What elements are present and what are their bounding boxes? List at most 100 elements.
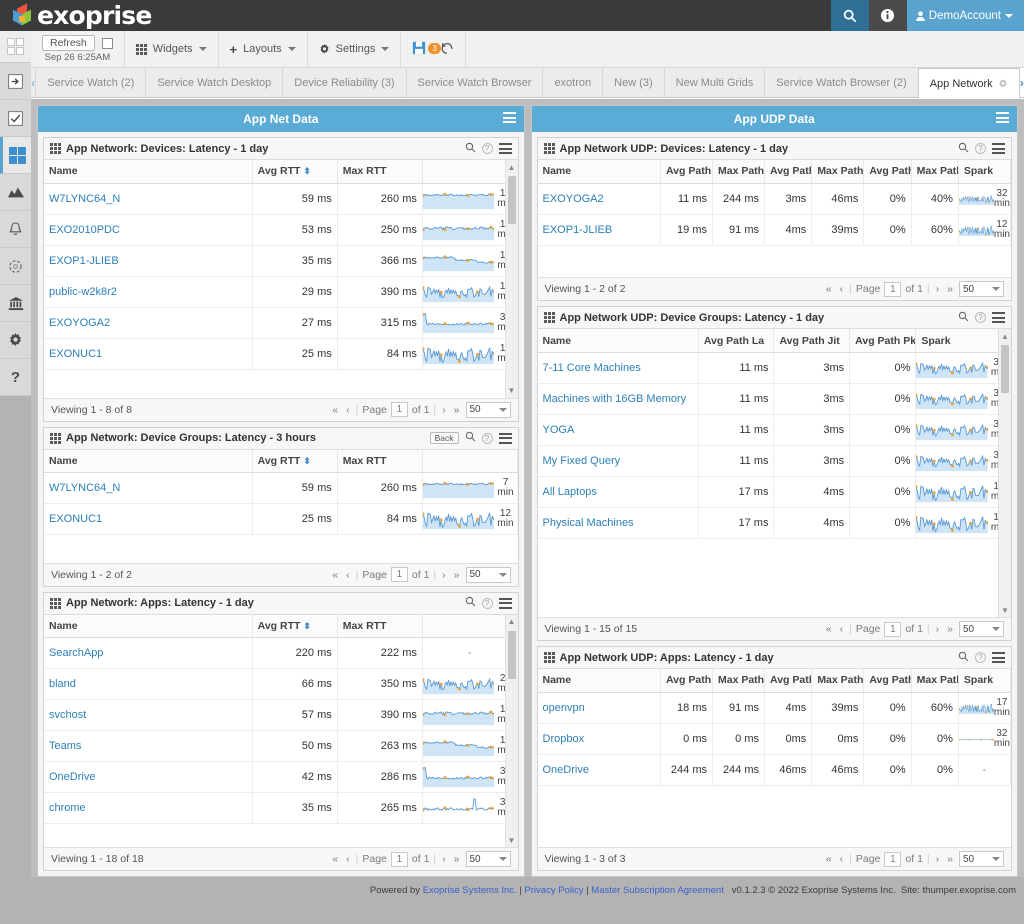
auto-refresh-checkbox[interactable]: [101, 37, 113, 49]
row-name-cell[interactable]: Dropbox: [537, 723, 661, 755]
row-link[interactable]: W7LYNC64_N: [49, 482, 120, 494]
column-header-1[interactable]: Name: [44, 614, 253, 639]
settings-menu[interactable]: Settings: [308, 31, 402, 67]
help-icon[interactable]: ?: [481, 143, 493, 154]
row-name-cell[interactable]: OneDrive: [44, 761, 253, 794]
column-header-1[interactable]: Name: [44, 160, 253, 184]
vertical-scrollbar[interactable]: ▲ ▼: [504, 614, 518, 847]
prev-page-button[interactable]: ‹: [838, 283, 846, 295]
row-spark-cell[interactable]: 13min: [915, 476, 1011, 508]
row-name-cell[interactable]: Machines with 16GB Memory: [537, 383, 699, 415]
column-header-8[interactable]: Spark: [958, 160, 1011, 184]
row-link[interactable]: OneDrive: [49, 771, 95, 783]
row-spark-cell[interactable]: 38min: [915, 414, 1011, 446]
widget-menu-icon[interactable]: [992, 312, 1005, 324]
table-row[interactable]: EXOP1-JLIEB 19 ms 91 ms 4ms 39ms 0% 60% 12 min: [537, 214, 1011, 246]
page-size-select[interactable]: 50: [959, 851, 1004, 867]
search-icon[interactable]: [830, 0, 869, 31]
sidebar-item-alarms[interactable]: [0, 211, 31, 248]
footer-agreement-link[interactable]: Master Subscription Agreement: [591, 885, 724, 896]
column-header-1[interactable]: Name: [537, 160, 661, 184]
scroll-up-arrow[interactable]: ▲: [506, 160, 518, 174]
column-header-5[interactable]: Max Path: [811, 669, 865, 693]
column-header-3[interactable]: Avg Path Jit: [773, 329, 851, 353]
row-name-cell[interactable]: W7LYNC64_N: [44, 183, 253, 215]
page-size-select[interactable]: 50: [465, 401, 511, 418]
row-spark-cell[interactable]: 32min: [422, 761, 518, 794]
column-header-2[interactable]: Avg Path: [660, 669, 714, 693]
row-spark-cell[interactable]: 38min: [915, 445, 1011, 477]
row-name-cell[interactable]: svchost: [44, 699, 253, 732]
page-size-select[interactable]: 50: [465, 566, 511, 583]
column-header-4[interactable]: [422, 614, 518, 639]
table-row[interactable]: EXOYOGA2 27 ms315 ms32min: [44, 307, 518, 339]
column-header-3[interactable]: Max Path: [712, 669, 766, 693]
scrollbar-thumb[interactable]: [1001, 345, 1009, 394]
row-link[interactable]: bland: [49, 678, 76, 690]
tab-service-watch-browser[interactable]: Service Watch Browser: [405, 68, 543, 97]
table-row[interactable]: public-w2k8r2 29 ms390 ms12min: [44, 276, 518, 308]
column-header-4[interactable]: Avg Path: [764, 160, 813, 184]
row-link[interactable]: My Fixed Query: [543, 455, 621, 467]
sidebar-item-checks[interactable]: [0, 100, 31, 137]
row-spark-cell[interactable]: 12min: [422, 276, 518, 308]
search-icon[interactable]: [465, 142, 476, 156]
row-link[interactable]: YOGA: [543, 424, 575, 436]
page-size-select[interactable]: 50: [959, 621, 1004, 638]
table-row[interactable]: YOGA 11 ms3ms0%38min: [537, 414, 1011, 446]
row-name-cell[interactable]: EXOP1-JLIEB: [44, 245, 253, 277]
vertical-scrollbar[interactable]: ▲ ▼: [504, 160, 518, 398]
gear-icon[interactable]: [998, 78, 1008, 89]
next-page-button[interactable]: ›: [934, 283, 942, 295]
row-name-cell[interactable]: EXONUC1: [44, 503, 253, 536]
column-header-3[interactable]: Max RTT: [337, 614, 423, 639]
row-link[interactable]: EXOP1-JLIEB: [49, 255, 119, 267]
row-link[interactable]: Machines with 16GB Memory: [543, 393, 687, 405]
row-spark-cell[interactable]: 27min: [422, 668, 518, 701]
sidebar-item-sync[interactable]: [0, 248, 31, 285]
page-number-input[interactable]: 1: [884, 621, 902, 637]
prev-page-button[interactable]: ‹: [838, 853, 846, 865]
prev-page-button[interactable]: ‹: [344, 404, 352, 416]
tab-service-watch[interactable]: Service Watch (2): [35, 68, 145, 97]
widget-menu-icon[interactable]: [498, 432, 512, 444]
brand-logo[interactable]: exoprise: [0, 1, 152, 30]
row-name-cell[interactable]: W7LYNC64_N: [44, 472, 253, 505]
table-row[interactable]: W7LYNC64_N 59 ms 260 ms 7 min: [44, 472, 518, 505]
row-link[interactable]: Dropbox: [543, 733, 585, 745]
column-header-4[interactable]: [422, 160, 518, 184]
next-page-button[interactable]: ›: [934, 623, 942, 635]
table-row[interactable]: Machines with 16GB Memory 11 ms3ms0%33min: [537, 383, 1011, 415]
row-spark-cell[interactable]: 32min: [958, 183, 1011, 215]
row-spark-cell[interactable]: 17min: [422, 699, 518, 732]
undo-button[interactable]: [440, 41, 454, 58]
row-link[interactable]: 7-11 Core Machines: [543, 362, 641, 374]
prev-page-button[interactable]: ‹: [344, 853, 352, 865]
scrollbar-thumb[interactable]: [507, 176, 516, 224]
last-page-button[interactable]: »: [945, 623, 955, 635]
sidebar-item-organization[interactable]: [0, 285, 31, 322]
table-row[interactable]: Physical Machines 17 ms4ms0%13min: [537, 507, 1011, 539]
column-header-2[interactable]: Avg RTT ⬍: [252, 160, 338, 184]
scrollbar-thumb[interactable]: [507, 630, 516, 679]
tab-service-watch-desktop[interactable]: Service Watch Desktop: [145, 68, 282, 97]
table-row[interactable]: Teams 50 ms263 ms17min: [44, 730, 518, 763]
row-name-cell[interactable]: openvpn: [537, 692, 661, 724]
tab-app-network[interactable]: App Network: [917, 68, 1020, 98]
column-header-3[interactable]: Max RTT: [337, 160, 423, 184]
column-header-5[interactable]: Spark: [915, 329, 1011, 353]
save-button[interactable]: 3: [412, 41, 441, 58]
scroll-down-arrow[interactable]: ▼: [999, 603, 1011, 617]
tab-scroll-right[interactable]: ›: [1019, 68, 1024, 97]
search-icon[interactable]: [958, 142, 969, 156]
help-icon[interactable]: ?: [975, 652, 986, 664]
row-link[interactable]: openvpn: [543, 702, 585, 714]
account-menu[interactable]: DemoAccount: [906, 0, 1024, 31]
first-page-button[interactable]: «: [824, 283, 834, 295]
row-link[interactable]: W7LYNC64_N: [49, 193, 120, 205]
sidebar-item-help[interactable]: ?: [0, 359, 31, 396]
row-spark-cell[interactable]: 32min: [422, 307, 518, 339]
row-spark-cell[interactable]: 17min: [422, 730, 518, 763]
sidebar-item-dashboards[interactable]: [0, 137, 38, 174]
table-row[interactable]: EXONUC1 25 ms84 ms 12min: [44, 503, 518, 536]
